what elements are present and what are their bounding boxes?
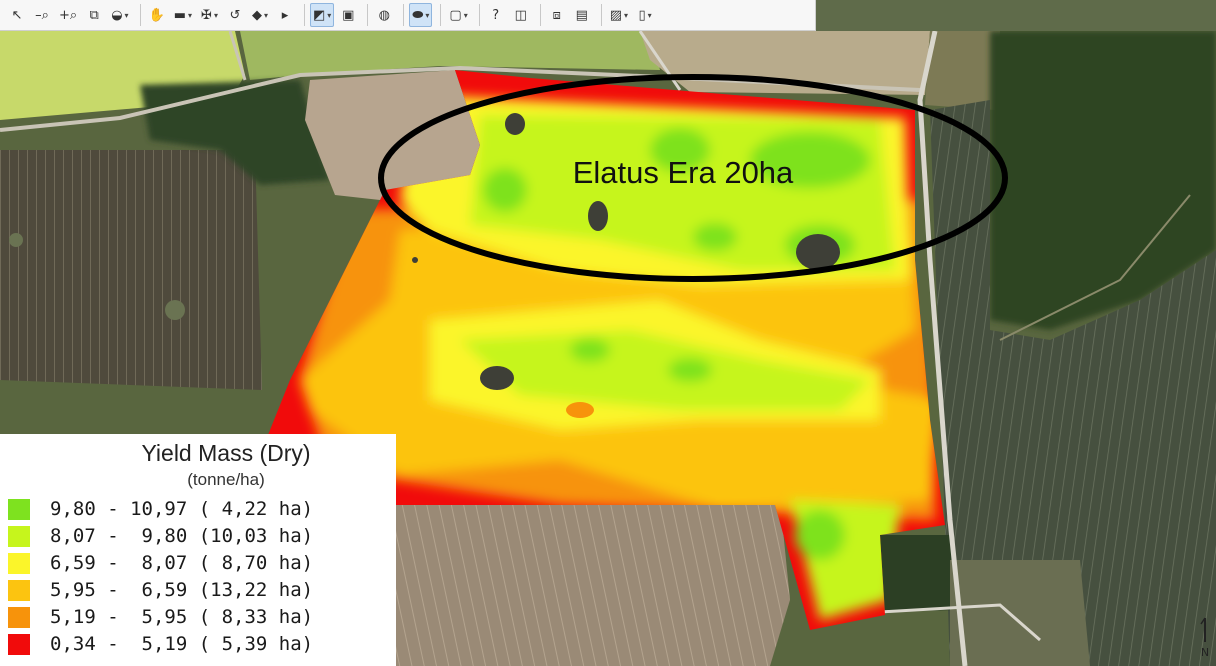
copy-layer-icon: ⧈ — [552, 7, 561, 23]
select-area-button[interactable]: ▢ ▾ — [446, 3, 470, 27]
legend-swatch — [8, 498, 30, 520]
legend-item: 5,19 - 5,95 ( 8,33 ha) — [8, 606, 313, 628]
dropdown-arrow-icon[interactable]: ▾ — [425, 11, 429, 20]
legend-item: 8,07 - 9,80 (10,03 ha) — [8, 525, 313, 547]
legend-label: 5,19 - 5,95 ( 8,33 ha) — [50, 606, 314, 628]
svg-text:N: N — [1201, 646, 1209, 659]
legend-item: 0,34 - 5,19 ( 5,39 ha) — [8, 633, 313, 655]
measure-ruler-icon: ▬ — [173, 7, 187, 23]
dropdown-arrow-icon[interactable]: ▾ — [327, 11, 331, 20]
zoom-out-icon: –⌕ — [35, 7, 49, 23]
toolbar-separator — [367, 4, 369, 26]
pan-hand-button[interactable]: ✋ — [146, 3, 168, 27]
toolbar-separator — [403, 4, 405, 26]
help-icon: ? — [492, 7, 500, 23]
select-tool-icon: ↖ — [11, 7, 23, 23]
map-annotation-label: Elatus Era 20ha — [573, 155, 794, 190]
layer-style-button[interactable]: ◩ ▾ — [309, 3, 335, 27]
dropdown-arrow-icon[interactable]: ▾ — [464, 11, 468, 20]
legend-label: 6,59 - 8,07 ( 8,70 ha) — [50, 552, 314, 574]
ellipse-draw-button[interactable]: ⬬ ▾ — [409, 3, 433, 27]
zoom-extent-icon: ⧉ — [89, 7, 99, 23]
vertex-edit-icon: ▸ — [281, 7, 289, 23]
identify-icon: ◫ — [514, 7, 527, 23]
legend-panel: Yield Mass (Dry) (tonne/ha) 9,80 - 10,97… — [0, 434, 396, 666]
north-arrow-icon: N — [1200, 617, 1209, 659]
dropdown-arrow-icon[interactable]: ▾ — [624, 11, 628, 20]
legend-swatch — [8, 525, 30, 547]
toolbar-separator — [600, 4, 602, 26]
legend-label: 9,80 - 10,97 ( 4,22 ha) — [50, 498, 314, 520]
legend-label: 0,34 - 5,19 ( 5,39 ha) — [50, 633, 314, 655]
copy-layer-button[interactable]: ⧈ — [546, 3, 568, 27]
report-button[interactable]: ▤ — [571, 3, 593, 27]
help-button[interactable]: ? — [485, 3, 507, 27]
layer-style-icon: ◩ — [312, 7, 326, 23]
layer-add-button[interactable]: ▣ — [337, 3, 359, 27]
toolbar-separator — [539, 4, 541, 26]
globe-button[interactable]: ◍ — [373, 3, 395, 27]
new-document-icon: ▯ — [638, 7, 646, 23]
legend-label: 5,95 - 6,59 (13,22 ha) — [50, 579, 314, 601]
eraser-button[interactable]: ◆ ▾ — [249, 3, 271, 27]
zoom-extent-button[interactable]: ⧉ — [83, 3, 105, 27]
legend-swatch — [8, 606, 30, 628]
note-icon: ▨ — [609, 7, 623, 23]
map-toolbar: ↖ –⌕ +⌕ ⧉ ◒ ▾ ✋ ▬ ▾ ✠ ▾ ↺ ◆ ▾ ▸ ◩ ▾ ▣ ◍ ⬬ ▾ ▢ ▾? ◫ ⧈ ▤ ▨ ▾ ▯ ▾ — [0, 0, 816, 31]
dropdown-arrow-icon[interactable]: ▾ — [214, 11, 218, 20]
zoom-in-button[interactable]: +⌕ — [56, 3, 80, 27]
report-icon: ▤ — [575, 7, 588, 23]
new-document-button[interactable]: ▯ ▾ — [634, 3, 656, 27]
zoom-out-button[interactable]: –⌕ — [31, 3, 53, 27]
legend-item: 6,59 - 8,07 ( 8,70 ha) — [8, 552, 313, 574]
toolbar-separator — [440, 4, 442, 26]
select-area-icon: ▢ — [449, 7, 462, 23]
ellipse-draw-icon: ⬬ — [412, 7, 424, 23]
globe-icon: ◍ — [378, 7, 390, 23]
dropdown-arrow-icon[interactable]: ▾ — [648, 11, 652, 20]
legend-title: Yield Mass (Dry) — [141, 440, 311, 466]
dropdown-arrow-icon[interactable]: ▾ — [264, 11, 268, 20]
layer-add-icon: ▣ — [342, 7, 355, 23]
abc-label-icon: ✠ — [201, 7, 212, 23]
dropdown-arrow-icon[interactable]: ▾ — [125, 11, 129, 20]
globe-zoom-icon: ◒ — [111, 7, 123, 23]
zoom-in-icon: +⌕ — [59, 7, 78, 23]
legend-item: 5,95 - 6,59 (13,22 ha) — [8, 579, 313, 601]
legend-swatch — [8, 552, 30, 574]
select-tool-button[interactable]: ↖ — [6, 3, 28, 27]
identify-button[interactable]: ◫ — [510, 3, 532, 27]
legend-swatch — [8, 579, 30, 601]
eraser-icon: ◆ — [251, 7, 262, 23]
pan-hand-icon: ✋ — [148, 7, 165, 23]
toolbar-separator — [478, 4, 480, 26]
legend-label: 8,07 - 9,80 (10,03 ha) — [50, 525, 314, 547]
legend-item: 9,80 - 10,97 ( 4,22 ha) — [8, 498, 313, 520]
dropdown-arrow-icon[interactable]: ▾ — [188, 11, 192, 20]
toolbar-separator — [139, 4, 141, 26]
measure-ruler-button[interactable]: ▬ ▾ — [171, 3, 195, 27]
undo-icon: ↺ — [229, 7, 241, 23]
abc-label-button[interactable]: ✠ ▾ — [198, 3, 221, 27]
toolbar-separator — [303, 4, 305, 26]
vertex-edit-button[interactable]: ▸ — [274, 3, 296, 27]
undo-button[interactable]: ↺ — [224, 3, 246, 27]
legend-unit: (tonne/ha) — [187, 470, 265, 489]
legend-swatch — [8, 633, 30, 655]
globe-zoom-button[interactable]: ◒ ▾ — [108, 3, 131, 27]
note-button[interactable]: ▨ ▾ — [607, 3, 631, 27]
